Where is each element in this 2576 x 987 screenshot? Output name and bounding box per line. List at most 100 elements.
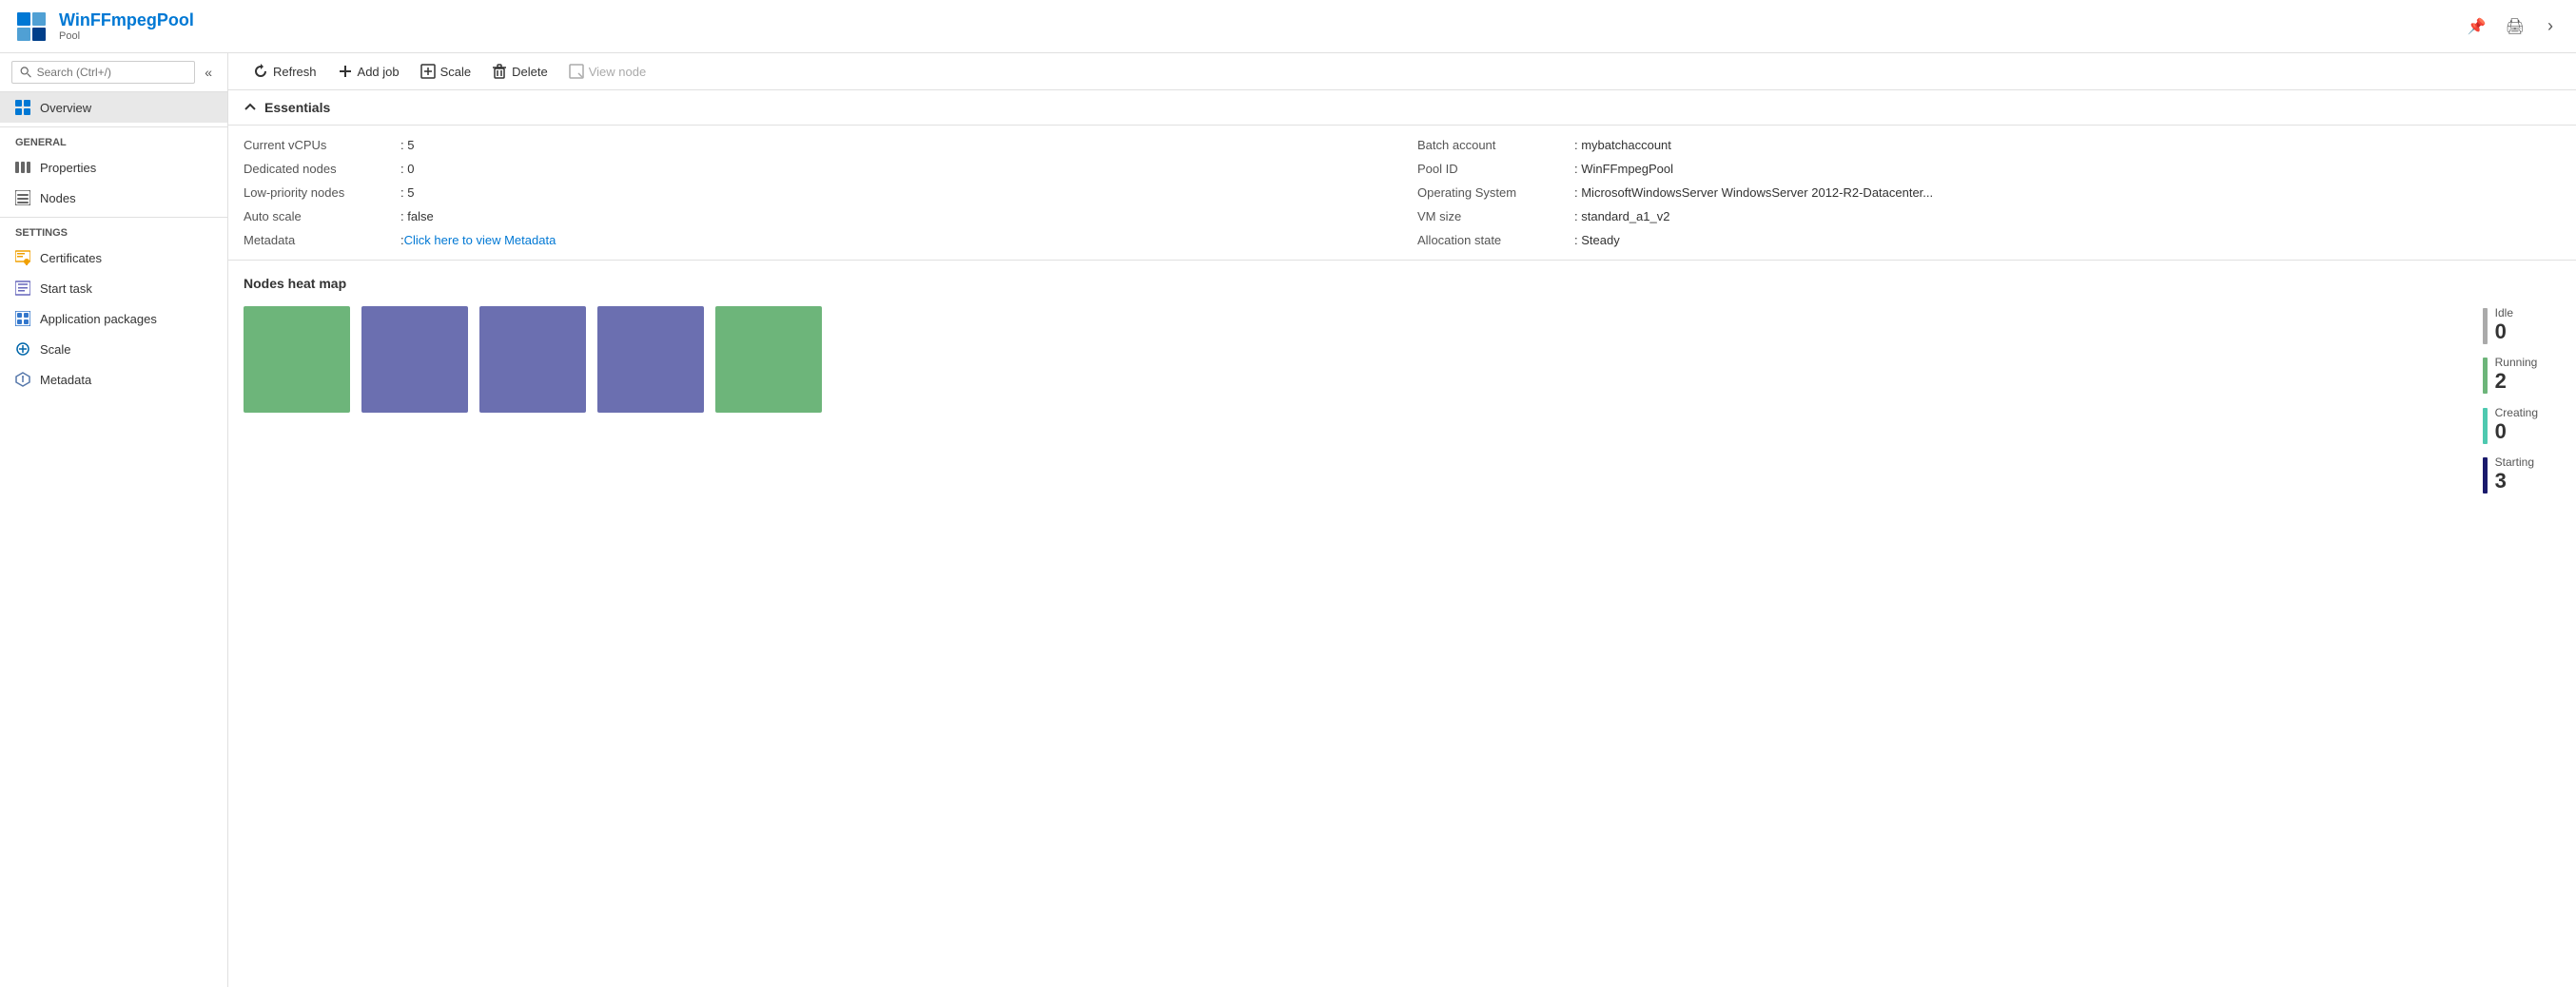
toolbar: Refresh Add job Scale — [228, 53, 2576, 90]
label-metadata: Metadata — [244, 233, 400, 247]
value-allocation: : Steady — [1574, 233, 1620, 247]
metadata-link[interactable]: Click here to view Metadata — [404, 233, 556, 247]
sidebar-certificates-label: Certificates — [40, 251, 102, 265]
heatmap-node-1 — [244, 306, 350, 413]
sidebar-item-properties[interactable]: Properties — [0, 152, 227, 183]
essentials-left-col: Current vCPUs : 5 Dedicated nodes : 0 Lo… — [228, 129, 1402, 256]
refresh-icon — [253, 64, 268, 79]
value-pool-id: : WinFFmpegPool — [1574, 162, 1673, 176]
application-packages-icon — [15, 311, 30, 326]
view-node-button[interactable]: View node — [559, 59, 655, 84]
sidebar-item-certificates[interactable]: Certificates — [0, 242, 227, 273]
heatmap-title: Nodes heat map — [244, 276, 2561, 291]
value-lowpriority: : 5 — [400, 185, 414, 200]
label-allocation: Allocation state — [1417, 233, 1574, 247]
essentials-header[interactable]: Essentials — [228, 90, 2576, 126]
search-box[interactable] — [11, 61, 195, 84]
collapse-sidebar-button[interactable]: « — [201, 63, 216, 82]
value-os: : MicrosoftWindowsServer WindowsServer 2… — [1574, 185, 1933, 200]
value-autoscale: : false — [400, 209, 434, 223]
scale-toolbar-icon — [420, 64, 436, 79]
sidebar-item-start-task[interactable]: Start task — [0, 273, 227, 303]
sidebar-nodes-label: Nodes — [40, 191, 76, 205]
legend-item-starting: Starting 3 — [2483, 455, 2538, 494]
sidebar-application-packages-label: Application packages — [40, 312, 157, 326]
sidebar-item-application-packages[interactable]: Application packages — [0, 303, 227, 334]
legend-item-idle: Idle 0 — [2483, 306, 2538, 344]
value-vm-size: : standard_a1_v2 — [1574, 209, 1669, 223]
sidebar-scale-label: Scale — [40, 342, 71, 357]
legend-label-starting: Starting — [2495, 455, 2534, 469]
sidebar-start-task-label: Start task — [40, 281, 92, 296]
value-vcpus: : 5 — [400, 138, 414, 152]
essentials-row-os: Operating System : MicrosoftWindowsServe… — [1417, 181, 2561, 204]
value-batch-account: : mybatchaccount — [1574, 138, 1671, 152]
legend-label-running: Running — [2495, 356, 2538, 369]
add-icon — [338, 64, 353, 79]
certificates-icon — [15, 250, 30, 265]
legend-count-running: 2 — [2495, 369, 2538, 394]
pool-icon — [15, 10, 48, 43]
metadata-icon — [15, 372, 30, 387]
header-title-group: WinFFmpegPool Pool — [59, 10, 194, 43]
sidebar-item-scale[interactable]: Scale — [0, 334, 227, 364]
app-logo — [15, 10, 48, 43]
legend-bar-running — [2483, 358, 2488, 394]
essentials-row-batch-account: Batch account : mybatchaccount — [1417, 133, 2561, 157]
label-autoscale: Auto scale — [244, 209, 400, 223]
essentials-row-lowpriority: Low-priority nodes : 5 — [244, 181, 1387, 204]
legend-count-creating: 0 — [2495, 419, 2538, 444]
view-node-icon — [569, 64, 584, 79]
heatmap-legend: Idle 0 Running 2 Creat — [2483, 306, 2561, 494]
main-layout: « Overview General Properties — [0, 53, 2576, 987]
essentials-row-metadata: Metadata : Click here to view Metadata — [244, 228, 1387, 252]
legend-item-running: Running 2 — [2483, 356, 2538, 394]
collapse-essentials-icon — [244, 101, 257, 114]
heatmap-nodes — [244, 306, 822, 413]
essentials-right-col: Batch account : mybatchaccount Pool ID :… — [1402, 129, 2576, 256]
essentials-row-allocation: Allocation state : Steady — [1417, 228, 2561, 252]
start-task-icon — [15, 281, 30, 296]
heatmap-container: Idle 0 Running 2 Creat — [244, 306, 2561, 494]
label-vcpus: Current vCPUs — [244, 138, 400, 152]
label-os: Operating System — [1417, 185, 1574, 200]
app-title: WinFFmpegPool — [59, 10, 194, 31]
label-vm-size: VM size — [1417, 209, 1574, 223]
content-area: Refresh Add job Scale — [228, 53, 2576, 987]
pin-button[interactable]: 📌 — [2460, 13, 2494, 40]
essentials-row-vcpus: Current vCPUs : 5 — [244, 133, 1387, 157]
sidebar-section-general: General — [0, 126, 227, 152]
add-job-button[interactable]: Add job — [328, 59, 409, 84]
sidebar-item-metadata[interactable]: Metadata — [0, 364, 227, 395]
label-pool-id: Pool ID — [1417, 162, 1574, 176]
properties-icon — [15, 160, 30, 175]
legend-bar-idle — [2483, 308, 2488, 344]
app-subtitle: Pool — [59, 30, 194, 42]
expand-button[interactable]: › — [2540, 12, 2561, 40]
sidebar-item-nodes[interactable]: Nodes — [0, 183, 227, 213]
app-header: WinFFmpegPool Pool 📌 🖨 › — [0, 0, 2576, 53]
scale-button[interactable]: Scale — [411, 59, 481, 84]
sidebar-metadata-label: Metadata — [40, 373, 91, 387]
essentials-title: Essentials — [264, 100, 330, 115]
print-button[interactable]: 🖨 — [2498, 13, 2532, 40]
scale-icon — [15, 341, 30, 357]
essentials-grid: Current vCPUs : 5 Dedicated nodes : 0 Lo… — [228, 126, 2576, 261]
legend-label-idle: Idle — [2495, 306, 2513, 319]
legend-item-creating: Creating 0 — [2483, 406, 2538, 444]
label-dedicated: Dedicated nodes — [244, 162, 400, 176]
refresh-button[interactable]: Refresh — [244, 59, 326, 84]
heatmap-section: Nodes heat map Idle 0 — [228, 261, 2576, 510]
label-batch-account: Batch account — [1417, 138, 1574, 152]
delete-button[interactable]: Delete — [482, 59, 557, 84]
sidebar-item-overview[interactable]: Overview — [0, 92, 227, 123]
legend-count-starting: 3 — [2495, 469, 2534, 494]
essentials-row-autoscale: Auto scale : false — [244, 204, 1387, 228]
search-input[interactable] — [37, 66, 187, 79]
legend-label-creating: Creating — [2495, 406, 2538, 419]
overview-icon — [15, 100, 30, 115]
sidebar-section-settings: Settings — [0, 217, 227, 242]
sidebar-properties-label: Properties — [40, 161, 96, 175]
essentials-row-vm-size: VM size : standard_a1_v2 — [1417, 204, 2561, 228]
nodes-icon — [15, 190, 30, 205]
